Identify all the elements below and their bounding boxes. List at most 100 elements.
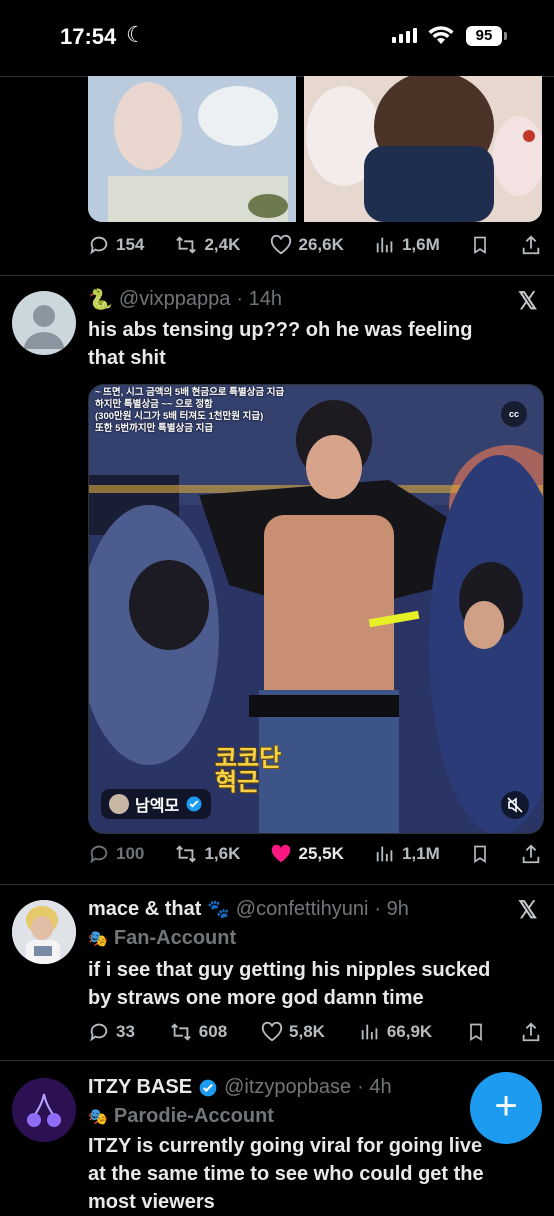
compose-plus-icon: + (494, 1084, 518, 1128)
views-button[interactable]: 1,6M (374, 234, 440, 256)
account-label: 🎭 Parodie-Account (88, 1105, 274, 1128)
tweet-actions: 154 2,4K 26,6K 1,6M (88, 231, 542, 259)
x-logo-icon: 𝕏 (518, 288, 538, 315)
video-frame (89, 385, 543, 833)
compose-button[interactable]: + (470, 1072, 542, 1144)
tweet-image-left[interactable] (88, 76, 296, 222)
divider (0, 275, 554, 276)
views-button[interactable]: 66,9K (359, 1021, 432, 1043)
overlay-line: 코코단 (215, 745, 282, 772)
avatar-default[interactable] (12, 291, 76, 355)
bookmark-button[interactable] (470, 234, 490, 256)
tweet-text: his abs tensing up??? oh he was feeling … (88, 316, 528, 372)
credit-avatar (109, 794, 129, 814)
tweet-text: if i see that guy getting his nipples su… (88, 956, 538, 1012)
user-handle[interactable]: @confettihyuni (236, 898, 369, 921)
cherry-icon (12, 1078, 76, 1142)
tweet-image-right[interactable] (304, 76, 542, 222)
avatar[interactable] (12, 1078, 76, 1142)
tweet-time: · 4h (357, 1076, 392, 1098)
snake-emoji: 🐍 (88, 289, 113, 311)
display-name[interactable]: mace & that (88, 898, 201, 921)
views-icon (361, 1024, 378, 1040)
views-icon (376, 846, 393, 862)
reply-count: 33 (116, 1022, 135, 1041)
tweet-text-line: at the same time to see who could get th… (88, 1163, 484, 1185)
clock: 17:54 (60, 24, 117, 49)
credit-name: 남엑모 (135, 798, 180, 815)
verified-badge-icon (199, 1079, 217, 1096)
display-name[interactable]: ITZY BASE (88, 1076, 192, 1099)
avatar[interactable] (12, 900, 76, 964)
repost-icon (170, 1023, 191, 1041)
reply-count: 154 (116, 235, 145, 254)
heart-icon (261, 1021, 283, 1042)
bookmark-icon (470, 1023, 482, 1042)
mask-icon: 🎭 (88, 1108, 108, 1126)
repost-button[interactable]: 1,6K (174, 843, 240, 865)
repost-button[interactable]: 608 (169, 1021, 227, 1043)
bookmark-button[interactable] (466, 1021, 486, 1043)
korean-overlay-text: 코코단 혁근 (215, 747, 281, 795)
account-label-text: Parodie-Account (113, 1105, 274, 1127)
mute-button[interactable] (501, 791, 529, 819)
tweet-time: · 9h (374, 898, 409, 920)
tweet-video[interactable]: ~ 뜨면, 시그 금액의 5배 현금으로 특별상금 지급 하지만 특별상금 ~~… (88, 384, 544, 834)
user-handle[interactable]: @vixppappa (119, 288, 230, 311)
paw-emoji: 🐾 (207, 899, 230, 919)
reply-button[interactable]: 100 (88, 843, 144, 865)
reply-button[interactable]: 33 (88, 1021, 135, 1043)
closed-captions-button[interactable]: cc (501, 401, 527, 427)
caption-line: 또한 5번까지만 특별상금 지급 (95, 423, 214, 434)
account-label-text: Fan-Account (113, 927, 237, 949)
battery-tip (504, 32, 507, 40)
status-bar: 17:54 ☾ 95 (0, 0, 554, 76)
tweet-text-line: his abs tensing up??? oh he was feeling (88, 319, 473, 341)
tweet-text-line: that shit (88, 347, 166, 369)
share-button[interactable] (520, 843, 542, 865)
heart-filled-icon (272, 844, 291, 863)
repost-icon (176, 845, 197, 863)
video-credit[interactable]: 남엑모 (101, 789, 212, 819)
caption-line: (300만원 시그가 5배 터져도 1천만원 지급) (95, 411, 264, 422)
repost-count: 2,4K (204, 235, 241, 254)
share-button[interactable] (520, 234, 542, 256)
speaker-muted-icon (507, 797, 523, 813)
tweet-header: 🐍 @vixppappa · 14h (88, 287, 282, 312)
repost-count: 608 (198, 1022, 228, 1041)
heart-icon (271, 234, 292, 255)
caption-line: 하지만 특별상금 ~~ 으로 정함 (95, 399, 213, 410)
verified-badge-icon (186, 796, 202, 812)
cc-label: cc (508, 409, 519, 419)
like-count: 5,8K (289, 1022, 325, 1041)
tweet-text: ITZY is currently going viral for going … (88, 1132, 538, 1216)
tweet-header: ITZY BASE @itzypopbase · 4h (88, 1076, 392, 1099)
tweet-time: · 14h (236, 288, 282, 310)
reply-icon (90, 236, 108, 255)
share-button[interactable] (520, 1021, 542, 1043)
bookmark-button[interactable] (470, 843, 490, 865)
mask-icon: 🎭 (88, 930, 108, 948)
caption-line: ~ 뜨면, 시그 금액의 5배 현금으로 특별상금 지급 (95, 387, 285, 398)
like-button[interactable]: 26,6K (270, 234, 344, 256)
share-icon (522, 235, 540, 255)
like-count: 25,5K (298, 844, 344, 863)
user-handle[interactable]: @itzypopbase (224, 1076, 351, 1099)
like-button[interactable]: 5,8K (261, 1021, 325, 1043)
reply-button[interactable]: 154 (88, 234, 144, 256)
overlay-line: 혁근 (215, 769, 260, 796)
tweet-header: mace & that 🐾 @confettihyuni · 9h (88, 898, 409, 921)
reply-icon (90, 845, 108, 864)
reply-count: 100 (116, 844, 145, 863)
repost-button[interactable]: 2,4K (174, 234, 240, 256)
views-button[interactable]: 1,1M (374, 843, 440, 865)
views-count: 66,9K (386, 1022, 433, 1041)
like-button[interactable]: 25,5K (270, 843, 344, 865)
cellular-signal-icon (392, 28, 417, 43)
repost-count: 1,6K (204, 844, 241, 863)
reply-icon (90, 1023, 108, 1042)
tweet-text-line: if i see that guy getting his nipples su… (88, 959, 491, 981)
account-label: 🎭 Fan-Account (88, 927, 236, 950)
x-logo-icon: 𝕏 (518, 897, 538, 924)
like-count: 26,6K (298, 235, 344, 254)
